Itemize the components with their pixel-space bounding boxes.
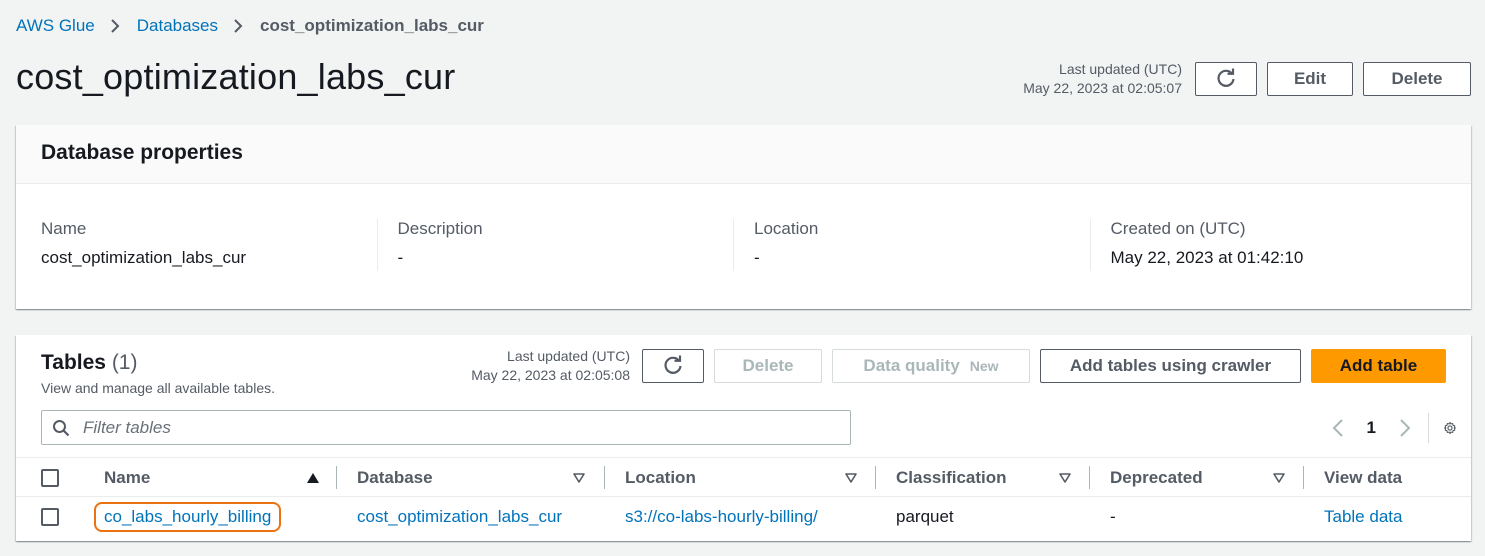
property-location: Location - (733, 219, 1090, 271)
column-header-database[interactable]: Database (357, 458, 433, 497)
database-cell: cost_optimization_labs_cur (357, 497, 562, 536)
search-icon (52, 419, 70, 437)
table-data-link[interactable]: Table data (1324, 507, 1402, 527)
pagination: 1 (1331, 410, 1457, 445)
property-value: - (397, 248, 404, 267)
location-cell: s3://co-labs-hourly-billing/ (625, 497, 818, 536)
sort-descending-icon[interactable] (572, 470, 586, 490)
last-updated-value: May 22, 2023 at 02:05:07 (1023, 80, 1182, 96)
property-value: - (754, 248, 760, 267)
tables-actions: Last updated (UTC) May 22, 2023 at 02:05… (471, 347, 1446, 385)
refresh-button[interactable] (1195, 62, 1257, 96)
sort-descending-icon[interactable] (1058, 470, 1072, 490)
properties-grid: Name cost_optimization_labs_cur Descript… (16, 184, 1471, 271)
property-name: Name cost_optimization_labs_cur (41, 219, 377, 271)
column-divider[interactable] (875, 466, 876, 489)
breadcrumb: AWS Glue Databases cost_optimization_lab… (16, 16, 484, 36)
sort-descending-icon[interactable] (844, 470, 858, 490)
filter-tables-input[interactable] (81, 416, 821, 439)
classification-cell: parquet (896, 506, 954, 526)
table-row: co_labs_hourly_billing cost_optimization… (16, 496, 1471, 535)
delete-button[interactable]: Delete (1363, 62, 1471, 96)
tables-title-text: Tables (41, 351, 106, 374)
location-link[interactable]: s3://co-labs-hourly-billing/ (625, 507, 818, 527)
sort-descending-icon[interactable] (1272, 470, 1286, 490)
tables-table: Name Database Location Classification De… (16, 457, 1471, 535)
filter-row: 1 (41, 410, 1457, 445)
header-actions: Last updated (UTC) May 22, 2023 at 02:05… (1023, 60, 1471, 98)
column-header-location[interactable]: Location (625, 458, 696, 497)
tables-delete-button[interactable]: Delete (714, 349, 822, 383)
gear-icon[interactable] (1443, 418, 1457, 438)
column-divider[interactable] (604, 466, 605, 489)
table-name-link[interactable]: co_labs_hourly_billing (94, 501, 282, 532)
add-table-button[interactable]: Add table (1311, 349, 1446, 383)
table-name-cell: co_labs_hourly_billing (94, 497, 282, 536)
breadcrumb-item-aws-glue[interactable]: AWS Glue (16, 16, 95, 36)
last-updated-label: Last updated (UTC) (507, 348, 630, 364)
select-all-checkbox[interactable] (41, 468, 59, 487)
data-quality-label: Data quality (863, 356, 960, 375)
tables-panel: Tables (1) View and manage all available… (16, 335, 1471, 541)
tables-description: View and manage all available tables. (41, 380, 276, 396)
column-header-view-data: View data (1324, 467, 1403, 487)
chevron-left-icon[interactable] (1331, 418, 1345, 438)
tables-refresh-button[interactable] (642, 349, 704, 383)
breadcrumb-item-databases[interactable]: Databases (137, 16, 218, 36)
tables-last-updated: Last updated (UTC) May 22, 2023 at 02:05… (471, 347, 630, 385)
property-description: Description - (376, 219, 734, 271)
new-badge: New (969, 358, 999, 374)
edit-button[interactable]: Edit (1267, 62, 1353, 96)
last-updated-value: May 22, 2023 at 02:05:08 (471, 367, 630, 383)
chevron-right-icon (232, 18, 244, 34)
database-properties-title: Database properties (41, 141, 243, 164)
property-label: Created on (UTC) (1110, 219, 1246, 238)
add-tables-crawler-button[interactable]: Add tables using crawler (1040, 349, 1301, 383)
database-properties-header: Database properties (16, 125, 1471, 184)
chevron-right-icon (109, 18, 121, 34)
tables-count: (1) (111, 351, 138, 374)
column-divider[interactable] (1303, 466, 1304, 489)
refresh-icon (662, 355, 684, 377)
last-updated: Last updated (UTC) May 22, 2023 at 02:05… (1023, 60, 1182, 98)
property-label: Name (41, 219, 87, 238)
breadcrumb-current: cost_optimization_labs_cur (260, 16, 484, 35)
row-checkbox-cell (41, 497, 59, 536)
filter-tables-field[interactable] (41, 410, 851, 445)
pagination-divider (1428, 412, 1429, 443)
refresh-icon (1215, 68, 1237, 90)
property-value: May 22, 2023 at 01:42:10 (1110, 248, 1304, 267)
column-header-name[interactable]: Name (104, 458, 150, 497)
database-properties-panel: Database properties Name cost_optimizati… (16, 125, 1471, 309)
last-updated-label: Last updated (UTC) (1059, 61, 1182, 77)
data-quality-button[interactable]: Data quality New (832, 349, 1030, 383)
table-header-row: Name Database Location Classification De… (16, 457, 1471, 496)
database-link[interactable]: cost_optimization_labs_cur (357, 507, 562, 527)
chevron-right-icon[interactable] (1398, 418, 1412, 438)
property-value: cost_optimization_labs_cur (41, 248, 247, 267)
property-label: Location (754, 219, 819, 238)
tables-header: Tables (1) View and manage all available… (16, 335, 1471, 403)
column-header-deprecated[interactable]: Deprecated (1110, 458, 1203, 497)
column-header-classification[interactable]: Classification (896, 458, 1007, 497)
property-label: Description (397, 219, 483, 238)
select-all-checkbox-cell (41, 458, 59, 497)
page-title: cost_optimization_labs_cur (16, 56, 456, 97)
property-created-on: Created on (UTC) May 22, 2023 at 01:42:1… (1089, 219, 1447, 271)
row-checkbox[interactable] (41, 507, 59, 526)
column-divider[interactable] (336, 466, 337, 489)
column-divider[interactable] (1089, 466, 1090, 489)
sort-ascending-icon[interactable] (306, 470, 320, 490)
deprecated-cell: - (1110, 506, 1116, 526)
tables-title: Tables (1) (41, 350, 137, 376)
view-data-cell: Table data (1324, 497, 1402, 536)
page-number[interactable]: 1 (1367, 418, 1376, 438)
